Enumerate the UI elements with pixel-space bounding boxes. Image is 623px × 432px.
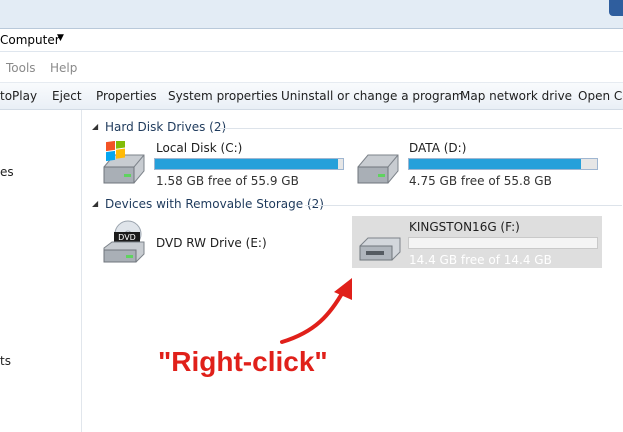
menu-tools[interactable]: Tools bbox=[6, 61, 36, 75]
drive-name: Local Disk (C:) bbox=[156, 141, 243, 155]
drive-name: DVD RW Drive (E:) bbox=[156, 236, 267, 250]
breadcrumb-computer[interactable]: Computer bbox=[0, 33, 60, 47]
group-divider bbox=[218, 128, 622, 129]
system-properties-button[interactable]: System properties bbox=[168, 89, 278, 103]
chevron-down-icon[interactable]: ▼ bbox=[57, 33, 64, 43]
map-network-drive-button[interactable]: Map network drive bbox=[460, 89, 572, 103]
drive-usage-bar bbox=[154, 158, 344, 170]
collapse-triangle-icon[interactable]: ◢ bbox=[92, 199, 98, 208]
group-title: Devices with Removable Storage (2) bbox=[105, 197, 324, 211]
dvd-label: DVD bbox=[118, 233, 136, 242]
eject-button[interactable]: Eject bbox=[52, 89, 82, 103]
drive-tile-d[interactable]: DATA (D:) 4.75 GB free of 55.8 GB bbox=[354, 141, 604, 191]
menu-help[interactable]: Help bbox=[50, 61, 77, 75]
group-header-removable-storage[interactable]: ◢ Devices with Removable Storage (2) bbox=[92, 197, 622, 213]
drive-tile-c[interactable]: Local Disk (C:) 1.58 GB free of 55.9 GB bbox=[100, 141, 350, 191]
nav-item-libraries[interactable]: es bbox=[0, 165, 14, 179]
group-header-hard-disk-drives[interactable]: ◢ Hard Disk Drives (2) bbox=[92, 120, 622, 136]
window-control-corner[interactable] bbox=[609, 0, 623, 16]
title-bar bbox=[0, 0, 623, 28]
right-click-annotation: "Right-click" bbox=[158, 346, 328, 377]
usb-drive-icon bbox=[359, 237, 401, 261]
drive-tile-f[interactable]: KINGSTON16G (F:) 14.4 GB free of 14.4 GB bbox=[352, 216, 602, 268]
nav-item-network[interactable]: ts bbox=[0, 354, 11, 368]
uninstall-program-button[interactable]: Uninstall or change a program bbox=[281, 89, 464, 103]
drive-free-space: 4.75 GB free of 55.8 GB bbox=[409, 174, 552, 188]
group-divider bbox=[305, 205, 622, 206]
drive-name: DATA (D:) bbox=[409, 141, 467, 155]
drive-usage-fill bbox=[155, 159, 338, 169]
windows-hard-drive-icon bbox=[103, 141, 145, 184]
drive-usage-fill bbox=[409, 159, 582, 169]
drive-tile-e[interactable]: DVD DVD RW Drive (E:) bbox=[100, 220, 350, 268]
address-bar[interactable]: Computer ▼ bbox=[0, 28, 623, 52]
command-bar: toPlay Eject Properties System propertie… bbox=[0, 82, 623, 110]
menu-bar: Tools Help bbox=[0, 55, 623, 81]
drive-name: KINGSTON16G (F:) bbox=[409, 220, 520, 234]
hard-drive-icon bbox=[357, 154, 399, 184]
drive-free-space: 1.58 GB free of 55.9 GB bbox=[156, 174, 299, 188]
navigation-pane: es ts bbox=[0, 110, 82, 432]
collapse-triangle-icon[interactable]: ◢ bbox=[92, 122, 98, 131]
open-control-panel-button[interactable]: Open Co bbox=[578, 89, 623, 103]
drive-free-space: 14.4 GB free of 14.4 GB bbox=[409, 253, 552, 267]
group-title: Hard Disk Drives (2) bbox=[105, 120, 227, 134]
properties-button[interactable]: Properties bbox=[96, 89, 157, 103]
dvd-drive-icon: DVD bbox=[103, 220, 145, 263]
drive-usage-bar bbox=[408, 237, 598, 249]
drive-tile-f-content: KINGSTON16G (F:) 14.4 GB free of 14.4 GB bbox=[352, 216, 602, 268]
drive-usage-bar bbox=[408, 158, 598, 170]
autoplay-button[interactable]: toPlay bbox=[0, 89, 37, 103]
red-arrow-annotation bbox=[280, 278, 352, 344]
